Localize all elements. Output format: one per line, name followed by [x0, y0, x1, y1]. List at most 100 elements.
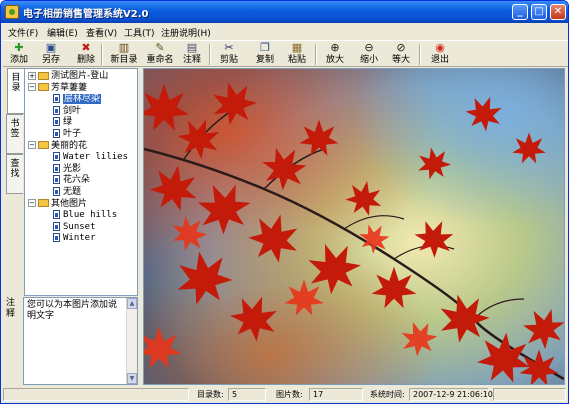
toolbar-separator: [419, 44, 421, 65]
toolbar-label: 新目录: [110, 55, 138, 65]
image-file-icon: [53, 129, 60, 138]
maple-leaves-photo: [144, 69, 564, 384]
toolbar-separator: [315, 44, 317, 65]
delete-icon: ✖: [81, 41, 91, 54]
side-tabs: 目录 书签 查找: [6, 68, 24, 296]
status-bar: 目录数: 5 图片数: 17 系统时间: 2007-12-9 21:06:10: [3, 387, 568, 403]
new-folder-icon: ▥: [118, 41, 130, 54]
tree-item[interactable]: 叶子: [53, 129, 81, 140]
tab-search[interactable]: 查找: [6, 154, 23, 194]
collapse-icon[interactable]: −: [28, 199, 36, 208]
menu-tools[interactable]: 工具(T): [124, 26, 155, 39]
delete-button[interactable]: ✖ 删除: [71, 42, 101, 67]
note-textarea[interactable]: 您可以为本图片添加说明文字 ▲ ▼: [23, 297, 138, 385]
tree-item[interactable]: 花六朵: [53, 175, 90, 186]
paste-button[interactable]: ▦ 粘贴: [283, 42, 311, 67]
pic-count-value: 17: [309, 388, 363, 401]
tree-label: 其他图片: [51, 198, 88, 209]
image-file-icon: [53, 117, 60, 127]
tree-label: 剑叶: [63, 105, 82, 116]
tree-label: Winter: [63, 233, 96, 244]
note-text: 您可以为本图片添加说明文字: [27, 300, 118, 321]
status-panel-blank: [3, 388, 189, 401]
add-icon: ✚: [14, 41, 24, 54]
scroll-down-icon[interactable]: ▼: [127, 373, 137, 384]
new-folder-button[interactable]: ▥ 新目录: [108, 42, 140, 67]
minimize-button[interactable]: _: [512, 4, 528, 20]
image-file-icon: [53, 163, 60, 173]
toolbar-separator: [101, 44, 103, 65]
toolbar-label: 重命名: [146, 55, 174, 65]
tree-folder[interactable]: + 测试图片-登山: [28, 71, 108, 82]
image-file-icon: [53, 105, 60, 115]
actual-size-button[interactable]: ⊘ 等大: [387, 42, 415, 67]
tree-item[interactable]: Sunset: [53, 221, 96, 233]
toolbar-label: 缩小: [359, 55, 378, 65]
tree-label: Water lilies: [63, 152, 129, 163]
menu-view[interactable]: 查看(V): [86, 26, 117, 39]
window-title: 电子相册销售管理系统V2.0: [23, 9, 149, 20]
zoom-in-icon: ⊕: [330, 41, 340, 54]
tree-folder[interactable]: − 其他图片: [28, 199, 87, 210]
collapse-icon[interactable]: −: [28, 83, 36, 92]
tree-item[interactable]: 剑叶: [53, 105, 82, 117]
zoom-out-button[interactable]: ⊖ 缩小: [355, 42, 383, 67]
image-file-icon: [53, 210, 60, 220]
tab-directory[interactable]: 目录: [7, 68, 24, 114]
main-window: 电子相册销售管理系统V2.0 _ □ ✕ 文件(F) 编辑(E) 查看(V) 工…: [0, 0, 569, 404]
tab-bookmarks[interactable]: 书签: [6, 114, 23, 154]
tree-item[interactable]: 无题: [53, 187, 81, 198]
tree-label: 无题: [63, 187, 82, 197]
toolbar-label: 剪贴: [219, 55, 238, 65]
toolbar-label: 另存: [41, 55, 60, 65]
tree-item[interactable]: 绿: [53, 117, 72, 128]
title-bar[interactable]: 电子相册销售管理系统V2.0 _ □ ✕: [1, 1, 568, 23]
expand-icon[interactable]: +: [28, 71, 36, 80]
scroll-up-icon[interactable]: ▲: [127, 298, 137, 309]
toolbar: ✚ 添加 ▣ 另存 ✖ 删除 ▥ 新目录 ✎ 重命名 ▤ 注释 ✂ 剪贴 ❐ 复制 ▦ 粘贴 ⊕ 放大 ⊖ 缩小 ⊘ 等大 ◉ 退…: [3, 40, 568, 67]
tree-item[interactable]: Winter: [53, 233, 96, 244]
photo-view[interactable]: [143, 68, 565, 385]
tree-label: 叶子: [63, 129, 82, 139]
folder-icon: [38, 71, 49, 80]
tree-item[interactable]: 光影: [53, 163, 82, 175]
cut-button[interactable]: ✂ 剪贴: [215, 42, 243, 67]
add-button[interactable]: ✚ 添加: [6, 42, 32, 67]
toolbar-label: 放大: [325, 55, 344, 65]
save-button[interactable]: ▣ 另存: [37, 42, 65, 67]
tree-item[interactable]: Blue hills: [53, 210, 117, 221]
menu-register-help[interactable]: 注册说明(H): [161, 26, 211, 39]
menu-edit[interactable]: 编辑(E): [47, 26, 78, 39]
zoom-in-button[interactable]: ⊕ 放大: [321, 42, 349, 67]
rename-icon: ✎: [155, 41, 165, 54]
tab-search-label: 查找: [10, 159, 20, 179]
copy-button[interactable]: ❐ 复制: [251, 42, 279, 67]
tree-item[interactable]: Water lilies: [53, 152, 128, 163]
tree-label: 测试图片-登山: [51, 71, 109, 81]
tree-item[interactable]: 层林尽染: [53, 94, 102, 105]
copy-icon: ❐: [260, 41, 270, 54]
rename-button[interactable]: ✎ 重命名: [143, 42, 177, 67]
image-file-icon: [53, 221, 60, 231]
menu-file[interactable]: 文件(F): [8, 26, 38, 39]
zoom-out-icon: ⊖: [364, 41, 374, 54]
tree-label: 花六朵: [63, 175, 91, 186]
close-button[interactable]: ✕: [550, 4, 566, 20]
system-time-value: 2007-12-9 21:06:10: [409, 388, 493, 401]
album-tree[interactable]: + 测试图片-登山 − 芳草萋萋 层林尽染 剑叶绿叶子 − 美丽的花 Water lilies 光…: [24, 68, 138, 296]
tab-bookmarks-label: 书签: [10, 119, 20, 139]
tree-folder[interactable]: − 美丽的花: [28, 141, 87, 152]
collapse-icon[interactable]: −: [28, 141, 36, 150]
note-icon: ▤: [186, 41, 198, 54]
exit-button[interactable]: ◉ 退出: [427, 42, 453, 67]
tree-label: 芳草萋萋: [51, 82, 88, 93]
maximize-button[interactable]: □: [531, 4, 547, 20]
note-scrollbar[interactable]: ▲ ▼: [126, 298, 137, 384]
tree-label: 层林尽染: [63, 94, 102, 105]
tree-folder[interactable]: − 芳草萋萋: [28, 83, 87, 94]
tree-label: Sunset: [63, 221, 96, 232]
note-button[interactable]: ▤ 注释: [179, 42, 205, 67]
tree-label: 光影: [63, 163, 82, 174]
image-file-icon: [53, 187, 60, 196]
toolbar-label: 添加: [9, 55, 28, 65]
